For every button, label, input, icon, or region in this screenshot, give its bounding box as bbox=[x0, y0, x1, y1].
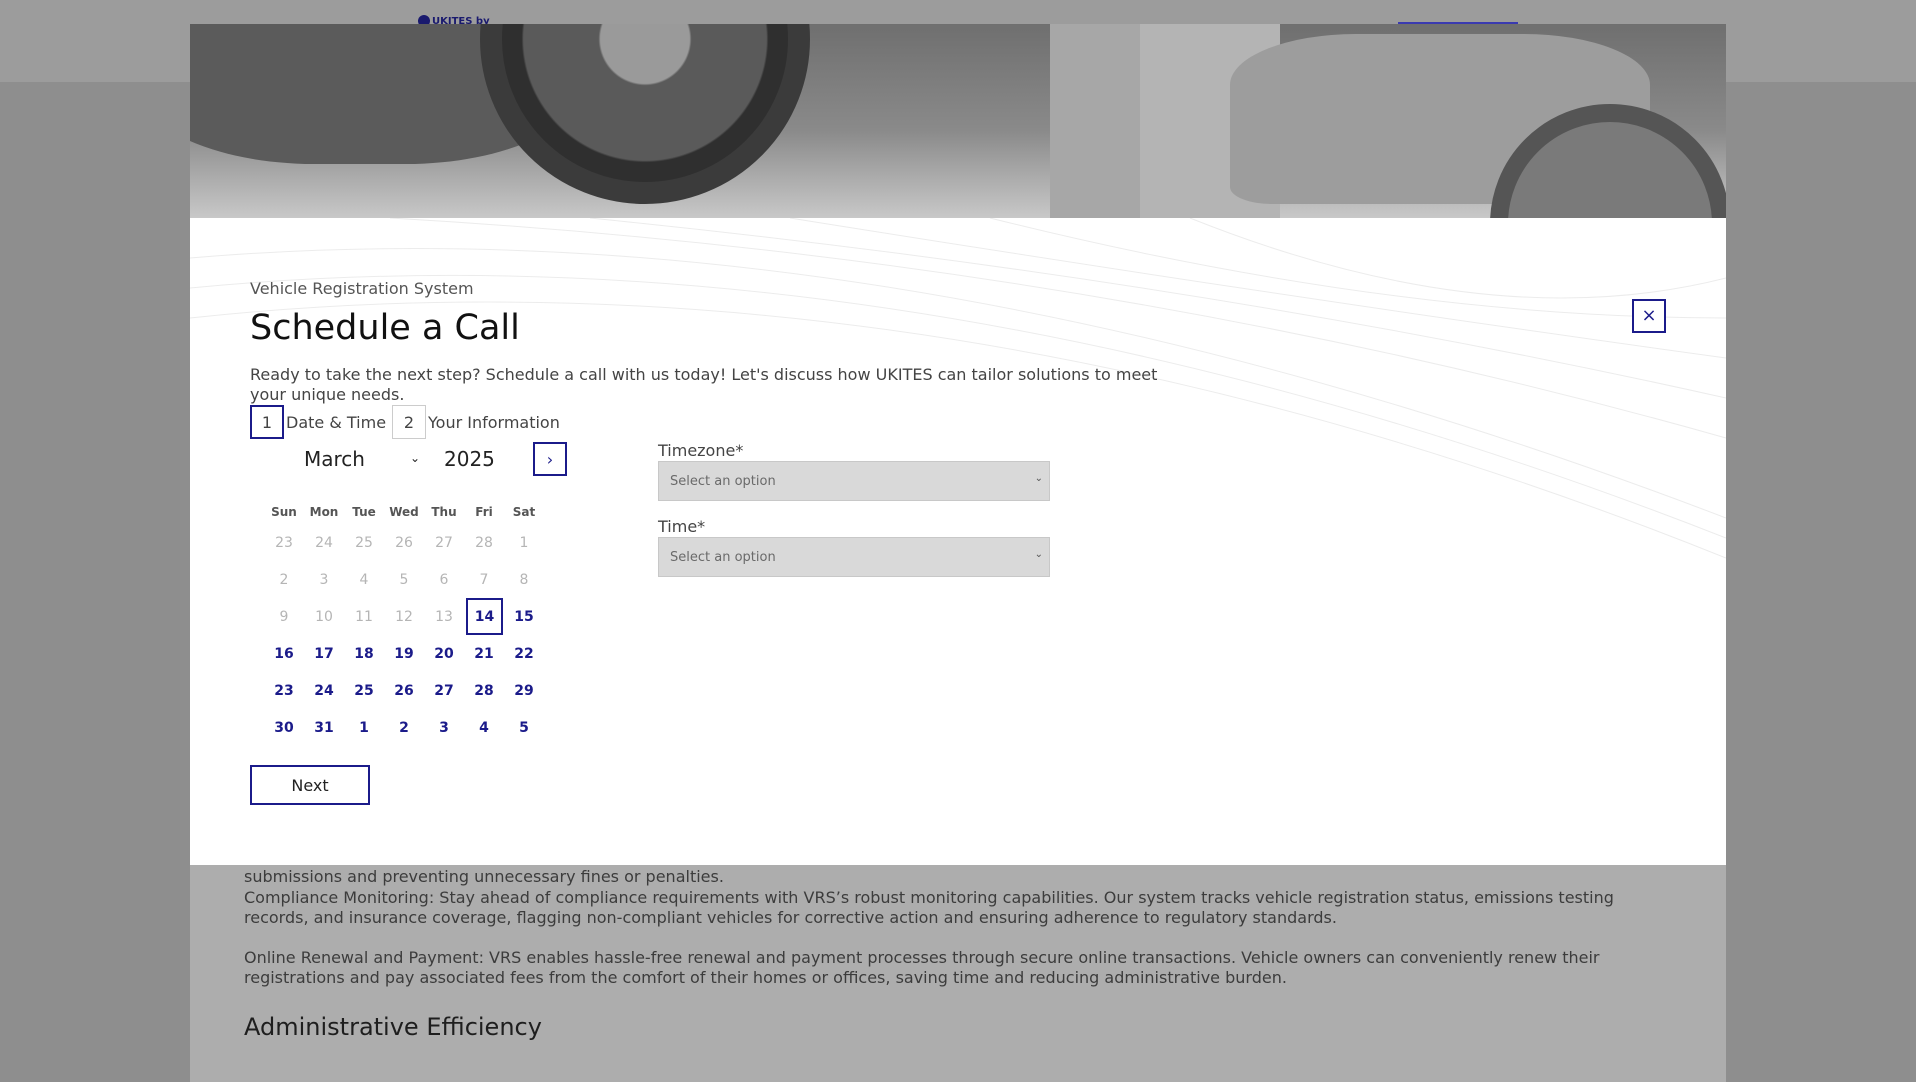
hero-pillar bbox=[1050, 24, 1140, 218]
month-select-value: March bbox=[304, 447, 365, 471]
calendar-day-selected[interactable]: 14 bbox=[466, 598, 503, 635]
weekday-header-row: Sun Mon Tue Wed Thu Fri Sat bbox=[264, 500, 544, 524]
calendar-day[interactable]: 28 bbox=[464, 672, 504, 709]
calendar-day[interactable]: 22 bbox=[504, 635, 544, 672]
calendar-day: 13 bbox=[435, 608, 453, 625]
calendar-day: 6 bbox=[439, 571, 449, 588]
calendar-week-row: 23 24 25 26 27 28 29 bbox=[264, 672, 544, 709]
calendar-day: 12 bbox=[395, 608, 413, 625]
calendar-day: 5 bbox=[399, 571, 409, 588]
background-heading: Administrative Efficiency bbox=[244, 1013, 542, 1041]
step-your-information[interactable]: 2 Your Information bbox=[392, 405, 560, 439]
calendar-day: 23 bbox=[275, 534, 293, 551]
calendar-day: 11 bbox=[355, 608, 373, 625]
calendar-day[interactable]: 27 bbox=[424, 672, 464, 709]
calendar-week-row: 30 31 1 2 3 4 5 bbox=[264, 709, 544, 746]
calendar-day: 25 bbox=[355, 534, 373, 551]
calendar-day: 28 bbox=[475, 534, 493, 551]
calendar-day: 9 bbox=[279, 608, 289, 625]
chevron-down-icon: ⌄ bbox=[1034, 473, 1043, 484]
calendar-day[interactable]: 17 bbox=[304, 635, 344, 672]
calendar-week-row: 2 3 4 5 6 7 8 bbox=[264, 561, 544, 598]
weekday-label: Sat bbox=[512, 505, 536, 519]
calendar-day[interactable]: 16 bbox=[264, 635, 304, 672]
weekday-label: Mon bbox=[309, 505, 339, 519]
calendar-day: 7 bbox=[479, 571, 489, 588]
calendar-day: 26 bbox=[395, 534, 413, 551]
calendar-day[interactable]: 2 bbox=[384, 709, 424, 746]
calendar-day[interactable]: 31 bbox=[304, 709, 344, 746]
next-button[interactable]: Next bbox=[250, 765, 370, 805]
timezone-select-placeholder: Select an option bbox=[670, 473, 776, 489]
timezone-label: Timezone* bbox=[658, 441, 744, 460]
calendar-day[interactable]: 4 bbox=[464, 709, 504, 746]
background-paragraph-3: Online Renewal and Payment: VRS enables … bbox=[244, 948, 1600, 987]
calendar-day[interactable]: 25 bbox=[344, 672, 384, 709]
calendar-day: 2 bbox=[279, 571, 289, 588]
step-label: Your Information bbox=[428, 412, 560, 432]
calendar-week-row: 16 17 18 19 20 21 22 bbox=[264, 635, 544, 672]
chevron-down-icon: ⌄ bbox=[410, 451, 421, 465]
weekday-label: Wed bbox=[389, 505, 419, 519]
step-number: 2 bbox=[392, 405, 426, 439]
calendar-day: 27 bbox=[435, 534, 453, 551]
modal-title: Schedule a Call bbox=[250, 308, 520, 348]
modal-eyebrow: Vehicle Registration System bbox=[250, 279, 474, 298]
time-select-placeholder: Select an option bbox=[670, 549, 776, 565]
weekday-label: Tue bbox=[352, 505, 376, 519]
next-month-button[interactable]: › bbox=[533, 442, 567, 476]
modal-description: Ready to take the next step? Schedule a … bbox=[250, 365, 1158, 404]
hero-image bbox=[190, 24, 1726, 218]
calendar-week-row: 9 10 11 12 13 14 15 bbox=[264, 598, 544, 635]
calendar-day: 24 bbox=[315, 534, 333, 551]
calendar-day[interactable]: 19 bbox=[384, 635, 424, 672]
calendar-day[interactable]: 18 bbox=[344, 635, 384, 672]
calendar-day[interactable]: 24 bbox=[304, 672, 344, 709]
year-input[interactable]: 2025 bbox=[444, 447, 495, 471]
close-button[interactable]: × bbox=[1632, 299, 1666, 333]
background-paragraph-1: submissions and preventing unnecessary f… bbox=[244, 867, 724, 886]
schedule-call-modal: × Vehicle Registration System Schedule a… bbox=[190, 24, 1726, 865]
calendar-grid: Sun Mon Tue Wed Thu Fri Sat 23 24 25 26 27 28… bbox=[264, 500, 544, 746]
calendar-day: 10 bbox=[315, 608, 333, 625]
time-label: Time* bbox=[658, 517, 706, 536]
step-label: Date & Time bbox=[286, 412, 387, 432]
calendar-day[interactable]: 29 bbox=[504, 672, 544, 709]
calendar-day[interactable]: 3 bbox=[424, 709, 464, 746]
time-select[interactable]: Select an option ⌄ bbox=[658, 537, 1050, 577]
background-paragraph-2: Compliance Monitoring: Stay ahead of com… bbox=[244, 888, 1614, 927]
calendar-day: 4 bbox=[359, 571, 369, 588]
weekday-label: Fri bbox=[475, 505, 493, 519]
calendar-day[interactable]: 5 bbox=[504, 709, 544, 746]
step-number: 1 bbox=[250, 405, 284, 439]
calendar-day: 8 bbox=[519, 571, 529, 588]
calendar-day: 1 bbox=[519, 534, 529, 551]
step-date-time[interactable]: 1 Date & Time bbox=[250, 405, 386, 439]
calendar-day[interactable]: 23 bbox=[264, 672, 304, 709]
weekday-label: Thu bbox=[431, 505, 457, 519]
calendar-day: 3 bbox=[319, 571, 329, 588]
calendar-day[interactable]: 21 bbox=[464, 635, 504, 672]
hero-wheel-left bbox=[480, 24, 810, 204]
calendar-day[interactable]: 1 bbox=[344, 709, 384, 746]
weekday-label: Sun bbox=[271, 505, 297, 519]
close-icon: × bbox=[1641, 305, 1657, 326]
chevron-down-icon: ⌄ bbox=[1034, 549, 1043, 560]
calendar-day[interactable]: 15 bbox=[504, 598, 544, 635]
calendar-header: March ⌄ 2025 › bbox=[250, 442, 567, 478]
chevron-right-icon: › bbox=[546, 449, 554, 469]
calendar-day[interactable]: 30 bbox=[264, 709, 304, 746]
calendar-week-row: 23 24 25 26 27 28 1 bbox=[264, 524, 544, 561]
month-select[interactable]: March ⌄ bbox=[304, 447, 420, 471]
calendar-day[interactable]: 20 bbox=[424, 635, 464, 672]
timezone-select[interactable]: Select an option ⌄ bbox=[658, 461, 1050, 501]
calendar-day[interactable]: 26 bbox=[384, 672, 424, 709]
